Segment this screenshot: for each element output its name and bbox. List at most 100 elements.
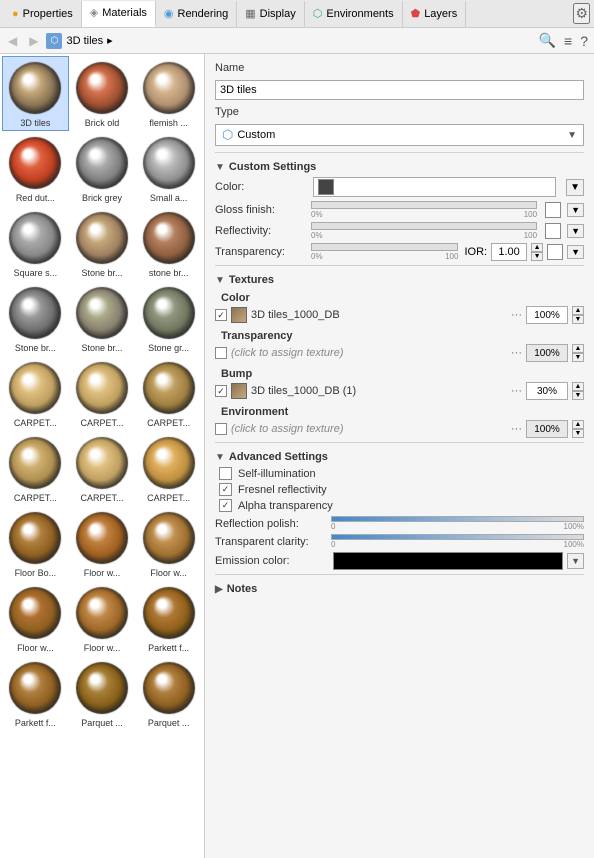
environment-pct-down[interactable]: ▼ — [572, 429, 584, 438]
material-item[interactable]: Stone br... — [2, 281, 69, 356]
transparency-texture-dots[interactable]: ··· — [511, 347, 522, 359]
reflectivity-row: Reflectivity: 0% 100 ▼ — [215, 222, 584, 240]
color-pct-up[interactable]: ▲ — [572, 306, 584, 315]
material-item[interactable]: Parkett f... — [2, 656, 69, 731]
menu-button[interactable]: ≡ — [562, 30, 574, 51]
transparent-clarity-slider[interactable]: 0 100% — [331, 534, 584, 549]
color-dropdown-arrow[interactable]: ▼ — [566, 179, 584, 196]
ior-spin-down[interactable]: ▼ — [531, 252, 543, 261]
fresnel-checkbox[interactable] — [219, 483, 232, 496]
environment-texture-checkbox[interactable] — [215, 423, 227, 435]
notes-label: Notes — [227, 583, 258, 595]
bump-texture-dots[interactable]: ··· — [511, 385, 522, 397]
material-item[interactable]: Stone gr... — [135, 281, 202, 356]
material-item[interactable]: Parkett f... — [135, 581, 202, 656]
color-texture-checkbox[interactable] — [215, 309, 227, 321]
environment-texture-pct[interactable]: 100% — [526, 420, 568, 438]
search-button[interactable]: 🔍 — [537, 30, 558, 51]
color-texture-dots[interactable]: ··· — [511, 309, 522, 321]
bump-texture-pct[interactable]: 30% — [526, 382, 568, 400]
material-list-scroll[interactable]: 3D tiles Brick oldflemish ... Red dut... Br… — [0, 54, 204, 858]
material-label: Floor w... — [6, 643, 64, 653]
bump-pct-down[interactable]: ▼ — [572, 391, 584, 400]
material-item[interactable]: Brick grey — [69, 131, 136, 206]
transparency-texture-name[interactable]: (click to assign texture) — [231, 347, 507, 359]
material-item[interactable]: Floor Bo... — [2, 506, 69, 581]
back-button[interactable]: ◀ — [4, 32, 21, 50]
bump-pct-up[interactable]: ▲ — [572, 382, 584, 391]
settings-button[interactable]: ⚙ — [573, 3, 590, 24]
tab-rendering[interactable]: ◉ Rendering — [156, 1, 237, 27]
color-texture-pct[interactable]: 100% — [526, 306, 568, 324]
material-item[interactable]: flemish ... — [135, 56, 202, 131]
material-item[interactable]: Parquet ... — [69, 656, 136, 731]
name-input[interactable] — [215, 80, 584, 100]
tab-layers[interactable]: ⬟ Layers — [403, 1, 467, 27]
reflection-polish-nums: 0 100% — [331, 522, 584, 531]
material-label: CARPET... — [140, 493, 198, 503]
material-item[interactable]: CARPET... — [135, 431, 202, 506]
ior-spin-up[interactable]: ▲ — [531, 243, 543, 252]
forward-button[interactable]: ▶ — [25, 32, 42, 50]
material-item[interactable]: Floor w... — [69, 506, 136, 581]
material-item[interactable]: Square s... — [2, 206, 69, 281]
color-button[interactable] — [313, 177, 556, 197]
material-item[interactable]: CARPET... — [69, 431, 136, 506]
transparency-texture-pct[interactable]: 100% — [526, 344, 568, 362]
custom-settings-header[interactable]: ▼ Custom Settings — [215, 161, 584, 173]
tab-properties[interactable]: ● Properties — [4, 1, 82, 27]
notes-header[interactable]: ▶ Notes — [215, 583, 584, 595]
self-illumination-checkbox[interactable] — [219, 467, 232, 480]
material-item[interactable]: Red dut... — [2, 131, 69, 206]
gloss-slider-track[interactable] — [311, 201, 537, 209]
bump-texture-name[interactable]: 3D tiles_1000_DB (1) — [251, 385, 507, 397]
tab-properties-label: Properties — [23, 8, 73, 20]
tab-display[interactable]: ▦ Display — [237, 1, 304, 27]
custom-settings-arrow: ▼ — [215, 162, 225, 173]
advanced-settings-header[interactable]: ▼ Advanced Settings — [215, 451, 584, 463]
material-item[interactable]: Brick old — [69, 56, 136, 131]
reflectivity-slider-track[interactable] — [311, 222, 537, 230]
transparency-pct-up[interactable]: ▲ — [572, 344, 584, 353]
material-item[interactable]: Stone br... — [69, 281, 136, 356]
environment-texture-dots[interactable]: ··· — [511, 423, 522, 435]
material-label: 3D tiles — [6, 118, 64, 128]
material-label: Red dut... — [6, 193, 64, 203]
alpha-checkbox[interactable] — [219, 499, 232, 512]
material-item[interactable]: stone br... — [135, 206, 202, 281]
material-item[interactable]: Parquet ... — [135, 656, 202, 731]
transparency-texture-spinner: ▲ ▼ — [572, 344, 584, 362]
color-pct-down[interactable]: ▼ — [572, 315, 584, 324]
transparency-max: 100 — [445, 252, 458, 261]
material-item[interactable]: Floor w... — [69, 581, 136, 656]
environment-pct-up[interactable]: ▲ — [572, 420, 584, 429]
gloss-slider-container: 0% 100 — [311, 201, 537, 219]
color-texture-name[interactable]: 3D tiles_1000_DB — [251, 309, 507, 321]
material-item[interactable]: 3D tiles — [2, 56, 69, 131]
emission-dropdown-arrow[interactable]: ▼ — [567, 553, 584, 569]
material-item[interactable]: CARPET... — [69, 356, 136, 431]
environment-texture-name[interactable]: (click to assign texture) — [231, 423, 507, 435]
textures-header[interactable]: ▼ Textures — [215, 274, 584, 286]
emission-color-swatch[interactable] — [333, 552, 563, 570]
material-item[interactable]: CARPET... — [135, 356, 202, 431]
reflection-polish-slider[interactable]: 0 100% — [331, 516, 584, 531]
material-item[interactable]: CARPET... — [2, 431, 69, 506]
gloss-dropdown[interactable]: ▼ — [567, 203, 584, 217]
reflectivity-dropdown[interactable]: ▼ — [567, 224, 584, 238]
transparency-texture-checkbox[interactable] — [215, 347, 227, 359]
ior-input[interactable] — [491, 243, 527, 261]
transparency-slider-track[interactable] — [311, 243, 458, 251]
material-item[interactable]: Floor w... — [135, 506, 202, 581]
tab-environments[interactable]: ⬡ Environments — [305, 1, 403, 27]
tab-materials[interactable]: ◈ Materials — [82, 1, 156, 27]
material-item[interactable]: Small a... — [135, 131, 202, 206]
type-dropdown[interactable]: ⬡ Custom ▼ — [215, 124, 584, 146]
transparency-dropdown[interactable]: ▼ — [567, 245, 584, 259]
transparency-pct-down[interactable]: ▼ — [572, 353, 584, 362]
bump-texture-checkbox[interactable] — [215, 385, 227, 397]
help-button[interactable]: ? — [578, 30, 590, 51]
material-item[interactable]: Floor w... — [2, 581, 69, 656]
material-item[interactable]: CARPET... — [2, 356, 69, 431]
material-item[interactable]: Stone br... — [69, 206, 136, 281]
